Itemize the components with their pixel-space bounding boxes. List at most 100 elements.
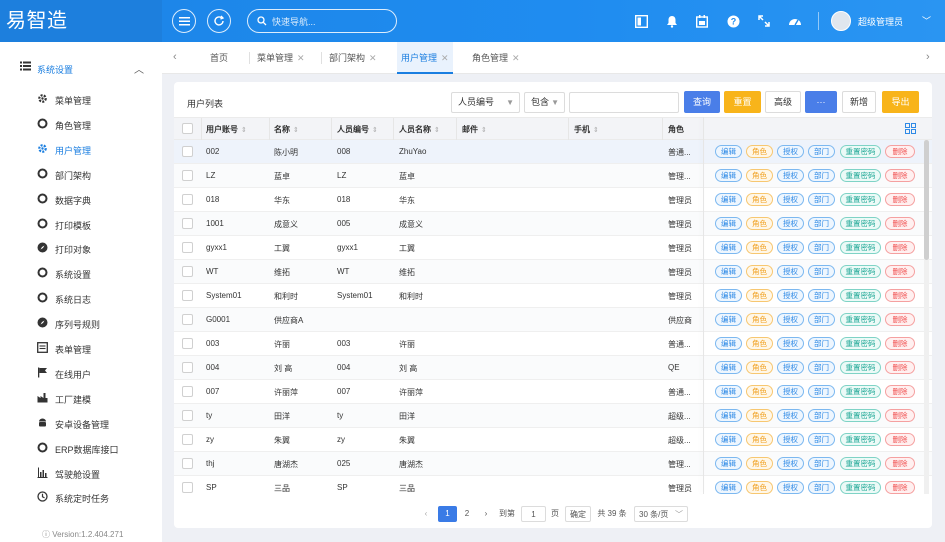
department-button[interactable]: 部门 — [808, 217, 835, 230]
delete-button[interactable]: 删除 — [885, 433, 915, 446]
goto-confirm-button[interactable]: 确定 — [565, 506, 591, 522]
column-header-role[interactable]: 角色 — [668, 124, 684, 135]
close-icon[interactable]: ✕ — [369, 53, 377, 63]
authorize-button[interactable]: 授权 — [777, 361, 804, 374]
edit-button[interactable]: 编辑 — [715, 241, 742, 254]
role-button[interactable]: 角色 — [746, 481, 773, 494]
reset-password-button[interactable]: 重置密码 — [840, 313, 881, 326]
department-button[interactable]: 部门 — [808, 289, 835, 302]
role-button[interactable]: 角色 — [746, 457, 773, 470]
table-row[interactable]: gyxx1 工翼 gyxx1 工翼 管理员 编辑 角色 授权 部门 重置密码 删除 — [174, 236, 932, 260]
edit-button[interactable]: 编辑 — [715, 217, 742, 230]
edit-button[interactable]: 编辑 — [715, 457, 742, 470]
role-button[interactable]: 角色 — [746, 217, 773, 230]
role-button[interactable]: 角色 — [746, 385, 773, 398]
delete-button[interactable]: 删除 — [885, 409, 915, 422]
page-size-select[interactable]: 30 条/页 ﹀ — [634, 506, 688, 522]
reset-password-button[interactable]: 重置密码 — [840, 241, 881, 254]
row-checkbox[interactable] — [182, 290, 193, 301]
row-checkbox[interactable] — [182, 458, 193, 469]
tab[interactable]: 首页 — [206, 42, 232, 74]
edit-button[interactable]: 编辑 — [715, 145, 742, 158]
role-button[interactable]: 角色 — [746, 145, 773, 158]
table-row[interactable]: SP 三品 SP 三品 管理员 编辑 角色 授权 部门 重置密码 删除 — [174, 476, 932, 494]
column-header-email[interactable]: 邮件 ⇕ — [462, 124, 487, 135]
role-button[interactable]: 角色 — [746, 265, 773, 278]
edit-button[interactable]: 编辑 — [715, 409, 742, 422]
row-checkbox[interactable] — [182, 482, 193, 493]
close-icon[interactable]: ✕ — [297, 53, 305, 63]
sort-icon[interactable]: ⇕ — [241, 127, 247, 134]
column-settings-icon[interactable] — [905, 123, 916, 134]
tab-scroll-right-icon[interactable]: › — [926, 51, 930, 63]
edit-button[interactable]: 编辑 — [715, 289, 742, 302]
reset-button[interactable]: 重置 — [724, 91, 761, 113]
sidebar-group-system-settings[interactable]: 系统设置 ︿ — [0, 57, 162, 79]
edit-button[interactable]: 编辑 — [715, 313, 742, 326]
fullscreen-button[interactable] — [756, 13, 772, 29]
tab[interactable]: 用户管理 ✕ — [397, 42, 453, 74]
sort-icon[interactable]: ⇕ — [372, 127, 378, 134]
reset-password-button[interactable]: 重置密码 — [840, 217, 881, 230]
row-checkbox[interactable] — [182, 362, 193, 373]
authorize-button[interactable]: 授权 — [777, 385, 804, 398]
delete-button[interactable]: 删除 — [885, 385, 915, 398]
table-row[interactable]: 002 陈小明 008 ZhuYao 普通... 编辑 角色 授权 部门 重置密码 删除 — [174, 140, 932, 164]
reset-password-button[interactable]: 重置密码 — [840, 481, 881, 494]
nav-search-input[interactable]: 快速导航... — [247, 9, 397, 33]
avatar[interactable] — [831, 11, 851, 31]
export-button[interactable]: 导出 — [882, 91, 919, 113]
role-button[interactable]: 角色 — [746, 409, 773, 422]
row-checkbox[interactable] — [182, 338, 193, 349]
sidebar-item[interactable]: 序列号规则 — [0, 313, 162, 333]
tab[interactable]: 部门架构 ✕ — [325, 42, 381, 74]
query-button[interactable]: 查询 — [684, 91, 720, 113]
row-checkbox[interactable] — [182, 218, 193, 229]
edit-button[interactable]: 编辑 — [715, 337, 742, 350]
edit-button[interactable]: 编辑 — [715, 169, 742, 182]
reset-password-button[interactable]: 重置密码 — [840, 433, 881, 446]
sidebar-item[interactable]: 角色管理 — [0, 114, 162, 134]
department-button[interactable]: 部门 — [808, 361, 835, 374]
row-checkbox[interactable] — [182, 314, 193, 325]
authorize-button[interactable]: 授权 — [777, 145, 804, 158]
layout-button[interactable] — [633, 13, 649, 29]
sidebar-item[interactable]: 部门架构 — [0, 164, 162, 184]
app-logo[interactable]: 易智造 — [0, 0, 162, 42]
delete-button[interactable]: 删除 — [885, 265, 915, 278]
authorize-button[interactable]: 授权 — [777, 217, 804, 230]
authorize-button[interactable]: 授权 — [777, 481, 804, 494]
role-button[interactable]: 角色 — [746, 433, 773, 446]
scrollbar-thumb[interactable] — [924, 140, 929, 260]
role-button[interactable]: 角色 — [746, 337, 773, 350]
table-row[interactable]: 003 许丽 003 许丽 普通... 编辑 角色 授权 部门 重置密码 删除 — [174, 332, 932, 356]
chevron-down-icon[interactable]: ﹀ — [922, 14, 931, 27]
table-row[interactable]: System01 和利时 System01 和利时 管理员 编辑 角色 授权 部门 重置密码 删除 — [174, 284, 932, 308]
close-icon[interactable]: ✕ — [441, 53, 449, 63]
column-header-person-name[interactable]: 人员名称 ⇕ — [399, 124, 440, 135]
column-header-phone[interactable]: 手机 ⇕ — [574, 124, 599, 135]
filter-operator-select[interactable]: 包含 ▼ — [524, 92, 565, 113]
select-all-checkbox[interactable] — [182, 123, 193, 134]
delete-button[interactable]: 删除 — [885, 145, 915, 158]
sidebar-item[interactable]: ERP数据库接口 — [0, 438, 162, 458]
role-button[interactable]: 角色 — [746, 289, 773, 302]
department-button[interactable]: 部门 — [808, 193, 835, 206]
tab[interactable]: 菜单管理 ✕ — [253, 42, 309, 74]
table-row[interactable]: 018 华东 018 华东 管理员 编辑 角色 授权 部门 重置密码 删除 — [174, 188, 932, 212]
delete-button[interactable]: 删除 — [885, 241, 915, 254]
table-row[interactable]: 1001 成意义 005 成意义 管理员 编辑 角色 授权 部门 重置密码 删除 — [174, 212, 932, 236]
edit-button[interactable]: 编辑 — [715, 361, 742, 374]
reset-password-button[interactable]: 重置密码 — [840, 361, 881, 374]
reset-password-button[interactable]: 重置密码 — [840, 337, 881, 350]
advanced-button[interactable]: 高级 — [765, 91, 801, 113]
delete-button[interactable]: 删除 — [885, 361, 915, 374]
authorize-button[interactable]: 授权 — [777, 289, 804, 302]
delete-button[interactable]: 删除 — [885, 289, 915, 302]
department-button[interactable]: 部门 — [808, 337, 835, 350]
delete-button[interactable]: 删除 — [885, 313, 915, 326]
row-checkbox[interactable] — [182, 242, 193, 253]
table-row[interactable]: LZ 蓝卓 LZ 蓝卓 管理... 编辑 角色 授权 部门 重置密码 删除 — [174, 164, 932, 188]
row-checkbox[interactable] — [182, 386, 193, 397]
add-button[interactable]: 新增 — [842, 91, 876, 113]
